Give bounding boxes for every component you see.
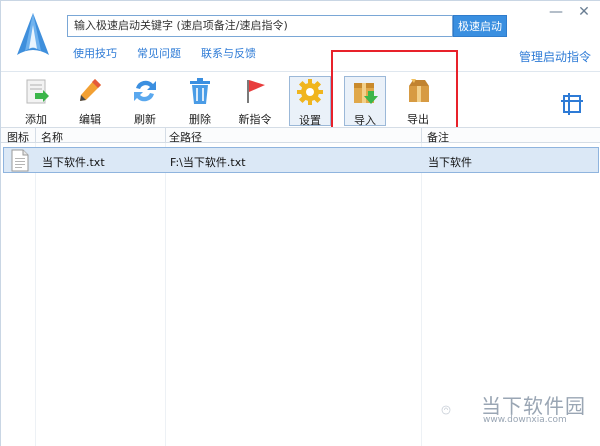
edit-label: 编辑 [79, 113, 101, 126]
column-path[interactable]: 全路径 [169, 129, 202, 145]
feedback-link[interactable]: 联系与反馈 [201, 45, 256, 61]
column-note[interactable]: 备注 [427, 129, 449, 145]
add-button[interactable]: 添加 [15, 76, 57, 126]
new-command-button[interactable]: 新指令 [234, 76, 276, 126]
text-file-icon [11, 149, 29, 172]
add-label: 添加 [25, 113, 47, 126]
refresh-button[interactable]: 刷新 [124, 76, 166, 126]
search-input[interactable]: 输入极速启动关键字 (速启项备注/速启指令) [67, 15, 453, 37]
quick-launch-button[interactable]: 极速启动 [453, 15, 507, 37]
export-box-icon [409, 79, 429, 102]
row-path: F:\当下软件.txt [170, 156, 246, 169]
import-label: 导入 [354, 114, 376, 127]
app-logo-icon [17, 13, 49, 55]
table-row[interactable]: 当下软件.txt F:\当下软件.txt 当下软件 [3, 147, 599, 173]
window-controls: — ✕ [545, 3, 595, 21]
trash-icon [190, 78, 210, 104]
refresh-icon [134, 80, 156, 102]
new-command-flag-icon [247, 80, 265, 103]
gear-icon [297, 79, 323, 105]
manage-commands-link[interactable]: 管理启动指令 [519, 48, 591, 65]
import-box-icon [354, 83, 378, 104]
minimize-button[interactable]: — [545, 3, 567, 21]
edit-pencil-icon [80, 79, 101, 101]
faq-link[interactable]: 常见问题 [137, 45, 181, 61]
list-header: 图标 名称 全路径 备注 [1, 127, 600, 145]
export-button[interactable]: 导出 [397, 76, 439, 126]
delete-button[interactable]: 删除 [179, 76, 221, 126]
column-name[interactable]: 名称 [41, 129, 63, 145]
watermark-logo-icon [441, 405, 451, 415]
tips-link[interactable]: 使用技巧 [73, 45, 117, 61]
add-icon [26, 79, 49, 104]
close-button[interactable]: ✕ [573, 3, 595, 21]
refresh-label: 刷新 [134, 113, 156, 126]
column-icon[interactable]: 图标 [7, 129, 29, 145]
settings-button[interactable]: 设置 [289, 76, 331, 127]
import-button[interactable]: 导入 [344, 76, 386, 127]
settings-label: 设置 [299, 114, 321, 127]
row-note: 当下软件 [428, 156, 472, 169]
toolbar: 添加 编辑 刷新 删除 新指令 设置 导入 导出 [1, 71, 600, 127]
header: 输入极速启动关键字 (速启项备注/速启指令) 极速启动 使用技巧 常见问题 联系… [1, 1, 600, 71]
app-window: 输入极速启动关键字 (速启项备注/速启指令) 极速启动 使用技巧 常见问题 联系… [0, 0, 600, 446]
row-name: 当下软件.txt [42, 156, 105, 169]
delete-label: 删除 [189, 113, 211, 126]
watermark-url: www.downxia.com [483, 415, 567, 425]
new-command-label: 新指令 [238, 113, 272, 126]
layout-icon[interactable] [561, 93, 583, 115]
export-label: 导出 [407, 113, 429, 126]
edit-button[interactable]: 编辑 [69, 76, 111, 126]
